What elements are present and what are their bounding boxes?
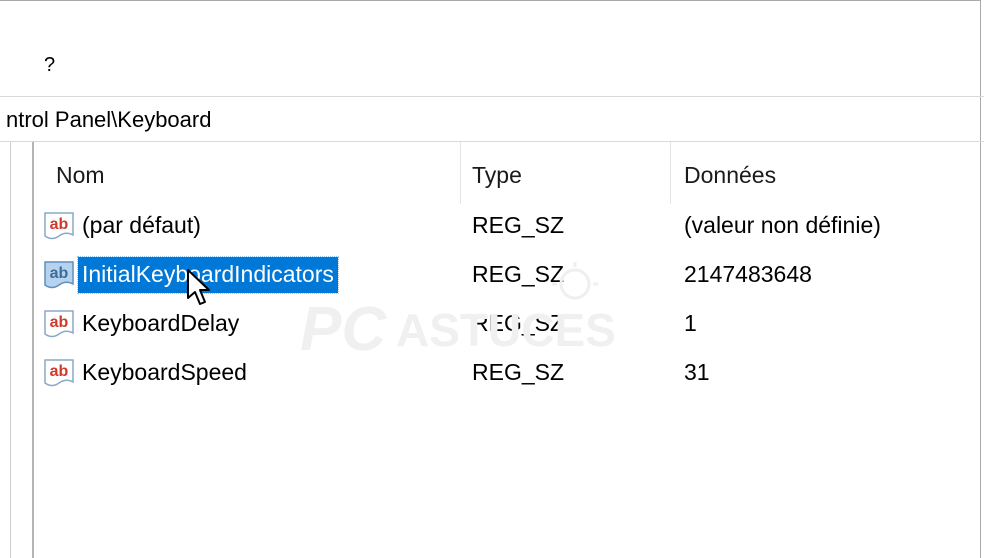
column-divider[interactable] [670, 142, 671, 204]
value-name: InitialKeyboardIndicators [77, 256, 339, 294]
value-name: KeyboardDelay [82, 310, 240, 336]
value-type: REG_SZ [472, 212, 565, 238]
column-header-name[interactable]: Nom [56, 162, 105, 189]
value-data: (valeur non définie) [684, 212, 881, 238]
address-bar[interactable]: ntrol Panel\Keyboard [0, 96, 984, 142]
name-cell[interactable]: ab KeyboardSpeed [42, 351, 251, 395]
column-header-data[interactable]: Données [684, 162, 776, 189]
svg-text:ab: ab [50, 314, 69, 331]
tree-pane[interactable] [10, 142, 34, 558]
list-row[interactable]: ab InitialKeyboardIndicators REG_SZ 2147… [36, 249, 981, 299]
menu-bar: ? [0, 50, 981, 86]
name-cell[interactable]: ab (par défaut) [42, 204, 205, 248]
string-value-icon: ab [42, 308, 76, 340]
value-name: (par défaut) [82, 212, 201, 238]
string-value-icon: ab [42, 357, 76, 389]
list-row[interactable]: ab KeyboardDelay REG_SZ 1 [36, 298, 981, 348]
value-type: REG_SZ [472, 261, 565, 287]
svg-text:ab: ab [50, 265, 69, 282]
value-data: 2147483648 [684, 261, 812, 287]
list-header: Nom Type Données [36, 142, 981, 208]
address-path[interactable]: ntrol Panel\Keyboard [6, 107, 211, 133]
value-type: REG_SZ [472, 359, 565, 385]
svg-text:ab: ab [50, 363, 69, 380]
value-data: 31 [684, 359, 710, 385]
menu-help[interactable]: ? [40, 54, 59, 77]
value-type: REG_SZ [472, 310, 565, 336]
list-row[interactable]: ab (par défaut) REG_SZ (valeur non défin… [36, 200, 981, 250]
string-value-icon: ab [42, 259, 76, 291]
values-list: Nom Type Données ab (par défaut) REG_SZ … [36, 142, 981, 558]
string-value-icon: ab [42, 210, 76, 242]
column-divider[interactable] [460, 142, 461, 204]
name-cell[interactable]: ab KeyboardDelay [42, 302, 243, 346]
value-data: 1 [684, 310, 697, 336]
name-cell[interactable]: ab InitialKeyboardIndicators [42, 253, 339, 297]
list-row[interactable]: ab KeyboardSpeed REG_SZ 31 [36, 347, 981, 397]
column-header-type[interactable]: Type [472, 162, 522, 189]
value-name: KeyboardSpeed [82, 359, 247, 385]
svg-text:ab: ab [50, 216, 69, 233]
